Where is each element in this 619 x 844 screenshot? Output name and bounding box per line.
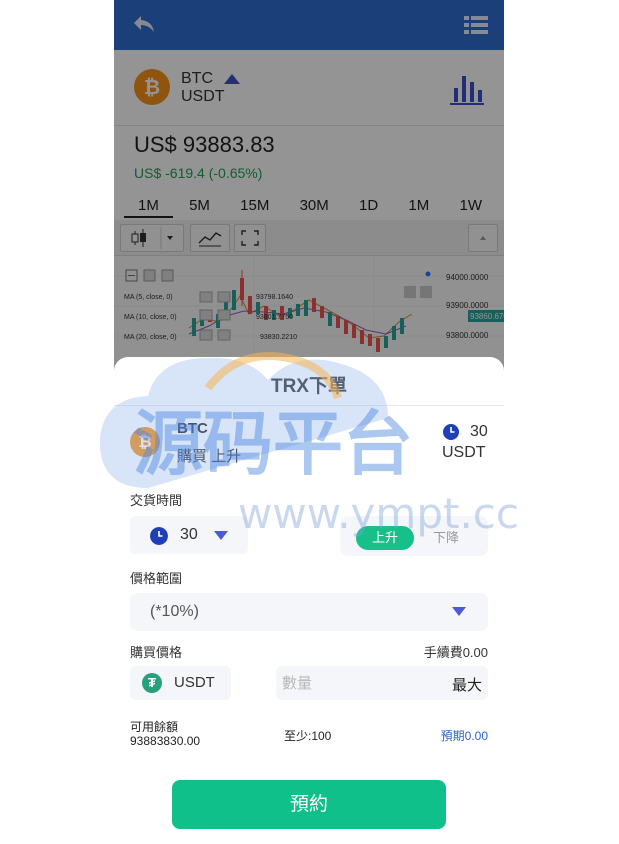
delivery-time-value: 30 <box>180 526 198 543</box>
currency-display: ₮ USDT <box>130 666 231 700</box>
order-sheet: TRX下單 ₿ BTC 購買 上升 30 USDT 交貨時間 30 上升 下降 … <box>114 357 504 844</box>
chevron-down-icon <box>214 531 228 540</box>
order-title: TRX下單 <box>270 376 347 397</box>
bitcoin-icon: ₿ <box>130 427 160 457</box>
chevron-down-icon <box>452 607 466 616</box>
clock-icon <box>150 527 168 545</box>
tether-icon: ₮ <box>142 673 162 693</box>
order-direction: 購買 上升 <box>177 448 242 465</box>
clock-icon <box>443 424 459 440</box>
direction-up-button[interactable]: 上升 <box>356 526 414 550</box>
delivery-time-label: 交貨時間 <box>130 493 183 508</box>
order-unit: USDT <box>442 444 486 461</box>
buy-price-label: 購買價格 <box>130 645 183 660</box>
direction-down-button[interactable]: 下降 <box>422 526 470 550</box>
max-button[interactable]: 最大 <box>452 674 482 695</box>
expected-profit: 預期0.00 <box>440 729 488 743</box>
delivery-time-select[interactable]: 30 <box>130 516 248 554</box>
trade-screen: ₿ BTC USDT US$ 93883.83 US$ -619.4 (-0.6… <box>114 0 504 844</box>
amount-input[interactable] <box>282 670 432 696</box>
reserve-button[interactable]: 預約 <box>172 780 446 829</box>
price-range-value: (*10%) <box>150 603 199 620</box>
direction-toggle: 上升 下降 <box>340 516 488 556</box>
amount-field: 最大 <box>276 666 488 700</box>
fee-label: 手續費0.00 <box>423 645 488 660</box>
currency-label: USDT <box>174 674 215 691</box>
balance-value: 93883830.00 <box>130 734 201 748</box>
price-range-label: 價格範圍 <box>130 571 183 586</box>
order-time: 30 <box>470 423 488 440</box>
divider <box>114 405 504 406</box>
price-range-select[interactable]: (*10%) <box>130 593 488 631</box>
balance-label: 可用餘額 <box>130 720 179 734</box>
min-amount: 至少:100 <box>284 729 332 743</box>
order-coin: BTC <box>177 420 208 437</box>
